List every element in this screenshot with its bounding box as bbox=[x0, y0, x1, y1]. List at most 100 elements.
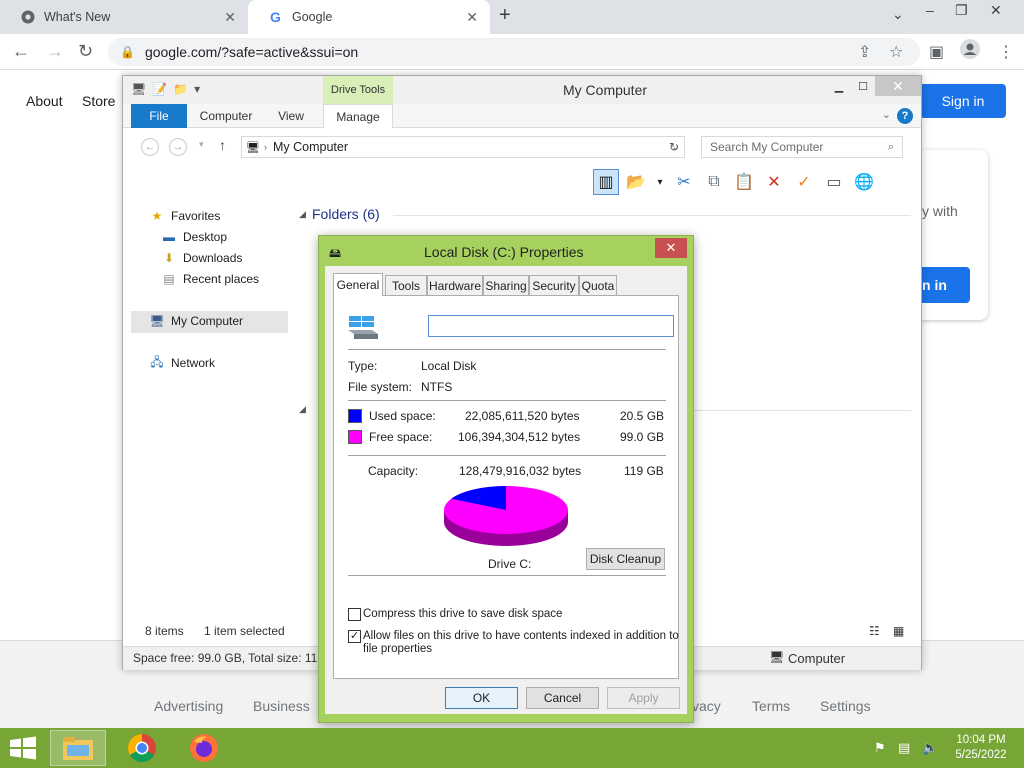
taskbar-file-explorer[interactable] bbox=[50, 730, 106, 766]
refresh-icon[interactable]: ↻ bbox=[669, 140, 679, 154]
taskbar-firefox[interactable] bbox=[176, 730, 232, 766]
cancel-button[interactable]: Cancel bbox=[526, 687, 599, 709]
minimize-icon[interactable]: – bbox=[926, 2, 934, 18]
apply-button[interactable]: Apply bbox=[607, 687, 680, 709]
properties-icon[interactable]: ▭ bbox=[821, 169, 847, 195]
tab-computer[interactable]: Computer bbox=[193, 104, 259, 128]
about-link[interactable]: About bbox=[26, 93, 63, 109]
side-panel-icon[interactable]: ▣ bbox=[929, 42, 944, 62]
collapse-folders-icon[interactable]: ◢ bbox=[299, 209, 306, 220]
tab-quota[interactable]: Quota bbox=[579, 275, 617, 295]
copy-icon[interactable]: ⧉ bbox=[701, 169, 727, 195]
disk-cleanup-button[interactable]: Disk Cleanup bbox=[586, 548, 665, 570]
new-folder-icon[interactable]: 📁 bbox=[173, 82, 188, 96]
address-box[interactable]: 🖥 › My Computer ⌄ bbox=[241, 136, 685, 158]
tab-view[interactable]: View bbox=[265, 104, 317, 128]
collapse-devices-icon[interactable]: ◢ bbox=[299, 404, 306, 415]
tab-security[interactable]: Security bbox=[529, 275, 579, 295]
nav-favorites[interactable]: ★ Favorites bbox=[149, 206, 221, 226]
compress-checkbox[interactable] bbox=[348, 608, 361, 621]
bookmark-star-icon[interactable]: ☆ bbox=[889, 42, 903, 62]
share-icon[interactable]: ⇪ bbox=[858, 42, 871, 62]
back-icon[interactable]: ← bbox=[141, 138, 159, 156]
preview-pane-icon[interactable]: ▥ bbox=[593, 169, 619, 195]
footer-business-link[interactable]: Business bbox=[253, 698, 310, 714]
network-icon[interactable]: ▤ bbox=[898, 740, 910, 756]
large-icons-view-icon[interactable]: ▦ bbox=[893, 624, 904, 638]
tab-general[interactable]: General bbox=[333, 273, 383, 296]
help-icon[interactable]: ? bbox=[897, 108, 913, 124]
volume-muted-icon[interactable]: 🔈 bbox=[922, 740, 938, 756]
action-center-flag-icon[interactable]: ⚑ bbox=[874, 740, 886, 756]
dropdown-icon[interactable]: ▾ bbox=[653, 169, 667, 195]
profile-icon[interactable] bbox=[960, 39, 980, 64]
new-tab-icon[interactable]: + bbox=[499, 4, 511, 27]
menu-icon[interactable]: ⋮ bbox=[998, 42, 1014, 62]
capacity-gb: 119 GB bbox=[624, 464, 664, 478]
footer-settings-link[interactable]: Settings bbox=[820, 698, 871, 714]
close-icon[interactable]: ✕ bbox=[655, 238, 687, 258]
nav-network[interactable]: 🖧 Network bbox=[149, 353, 215, 373]
drive-name-input[interactable] bbox=[428, 315, 674, 337]
store-link[interactable]: Store bbox=[82, 93, 115, 109]
rename-icon[interactable]: ✓ bbox=[791, 169, 817, 195]
windows-start-icon[interactable] bbox=[8, 736, 38, 760]
nav-downloads[interactable]: ⬇ Downloads bbox=[161, 248, 242, 268]
file-system-label: File system: bbox=[348, 380, 413, 394]
tab-google[interactable]: G Google ✕ bbox=[248, 0, 490, 34]
type-label: Type: bbox=[348, 359, 378, 373]
footer-advertising-link[interactable]: Advertising bbox=[154, 698, 223, 714]
explorer-titlebar: 🖥 📝 📁 ▾ Drive Tools My Computer ▁ ☐ ✕ bbox=[123, 76, 921, 104]
globe-icon[interactable]: 🌐 bbox=[851, 169, 877, 195]
folder-properties-icon[interactable]: 📂 bbox=[623, 169, 649, 195]
customize-toolbar-icon[interactable]: ▾ bbox=[194, 82, 200, 96]
tab-search-icon[interactable]: ⌄ bbox=[892, 6, 904, 23]
tab-hardware[interactable]: Hardware bbox=[427, 275, 483, 295]
footer-privacy-link[interactable]: vacy bbox=[692, 698, 721, 714]
dialog-titlebar: 🖴 Local Disk (C:) Properties ✕ bbox=[319, 236, 693, 266]
details-view-icon[interactable]: ☷ bbox=[869, 624, 880, 638]
close-tab-icon[interactable]: ✕ bbox=[224, 9, 236, 26]
forward-icon[interactable]: → bbox=[46, 41, 64, 62]
drive-label: Drive C: bbox=[488, 557, 532, 571]
footer-terms-link[interactable]: Terms bbox=[752, 698, 790, 714]
tab-tools[interactable]: Tools bbox=[385, 275, 427, 295]
close-window-icon[interactable]: ✕ bbox=[990, 2, 1002, 19]
back-icon[interactable]: ← bbox=[12, 41, 30, 62]
index-checkbox[interactable]: ✓ bbox=[348, 630, 361, 643]
ok-button[interactable]: OK bbox=[445, 687, 518, 709]
minimize-icon[interactable]: ▁ bbox=[827, 76, 851, 96]
drive-tools-label: Drive Tools bbox=[323, 76, 393, 104]
properties-icon[interactable]: 📝 bbox=[152, 82, 167, 96]
tab-whats-new[interactable]: What's New ✕ bbox=[0, 0, 248, 34]
expand-ribbon-icon[interactable]: ⌄ bbox=[882, 108, 891, 121]
taskbar-chrome[interactable] bbox=[114, 730, 170, 766]
close-tab-icon[interactable]: ✕ bbox=[466, 9, 478, 26]
google-icon: G bbox=[268, 9, 284, 25]
up-icon[interactable]: ↑ bbox=[219, 137, 226, 153]
search-box[interactable]: Search My Computer ⌕ bbox=[701, 136, 903, 158]
paste-icon[interactable]: 📋 bbox=[731, 169, 757, 195]
nav-my-computer[interactable]: 🖥 My Computer bbox=[149, 311, 243, 331]
forward-icon[interactable]: → bbox=[169, 138, 187, 156]
browser-tabstrip: What's New ✕ G Google ✕ + ⌄ – ❐ ✕ bbox=[0, 0, 1024, 34]
chrome-icon bbox=[20, 9, 36, 25]
tab-file[interactable]: File bbox=[131, 104, 187, 128]
tab-sharing[interactable]: Sharing bbox=[483, 275, 529, 295]
sign-in-button[interactable]: Sign in bbox=[920, 84, 1006, 118]
folders-group-header[interactable]: Folders (6) bbox=[312, 206, 380, 222]
restore-icon[interactable]: ❐ bbox=[955, 2, 968, 19]
reload-icon[interactable]: ↻ bbox=[78, 41, 93, 62]
maximize-icon[interactable]: ☐ bbox=[851, 76, 875, 96]
cut-icon[interactable]: ✂ bbox=[671, 169, 697, 195]
clock[interactable]: 10:04 PM 5/25/2022 bbox=[946, 733, 1016, 763]
delete-icon[interactable]: ✕ bbox=[761, 169, 787, 195]
tab-manage[interactable]: Manage bbox=[323, 104, 393, 128]
address-bar[interactable]: 🔒 google.com/?safe=active&ssui=on bbox=[108, 38, 920, 66]
nav-recent-places[interactable]: ▤ Recent places bbox=[161, 269, 259, 289]
close-icon[interactable]: ✕ bbox=[875, 76, 921, 96]
window-title: My Computer bbox=[563, 82, 648, 98]
recent-locations-icon[interactable]: ▾ bbox=[199, 139, 204, 150]
nav-desktop[interactable]: ▬ Desktop bbox=[161, 227, 227, 247]
ribbon-tabs: File Computer View Manage ⌄ ? bbox=[123, 104, 921, 128]
